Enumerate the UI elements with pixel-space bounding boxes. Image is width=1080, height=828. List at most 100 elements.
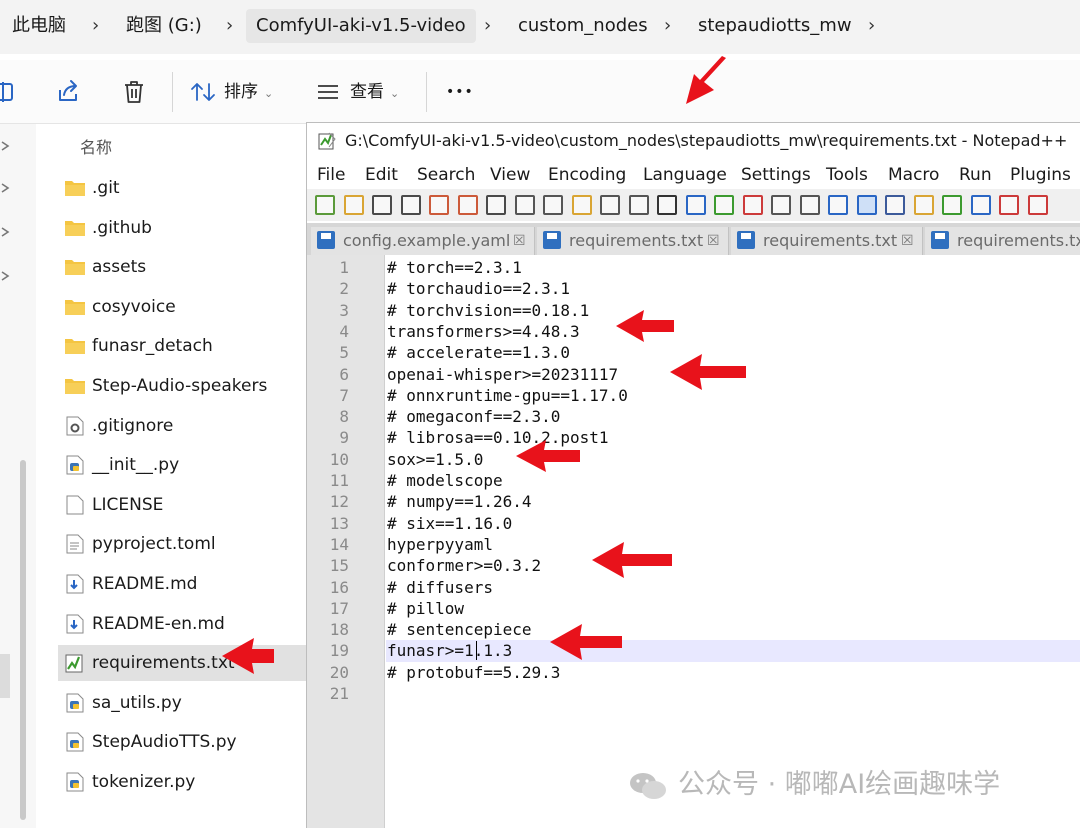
rename-icon[interactable] [0, 78, 22, 106]
code-line[interactable]: # onnxruntime-gpu==1.17.0 [387, 385, 628, 406]
menu-view[interactable]: View [490, 161, 530, 189]
file-row[interactable]: sa_utils.py [58, 685, 308, 721]
folder-workspace-icon[interactable] [999, 195, 1019, 215]
copy-icon[interactable] [543, 195, 563, 215]
tab-file[interactable]: requirements.txt ☒ [731, 227, 923, 255]
code-line[interactable]: # sentencepiece [387, 619, 532, 640]
print-icon[interactable] [486, 195, 506, 215]
file-name: cosyvoice [92, 296, 176, 317]
breadcrumb-custom-nodes[interactable]: custom_nodes [518, 9, 648, 43]
tab-close-icon[interactable]: ☒ [901, 227, 914, 255]
share-icon[interactable] [54, 78, 82, 106]
chevron-right-icon[interactable] [0, 226, 12, 238]
tab-file[interactable]: requirements.txt ☒ [537, 227, 729, 255]
code-line[interactable]: # diffusers [387, 577, 493, 598]
file-row[interactable]: .git [58, 170, 308, 206]
code-line[interactable]: conformer>=0.3.2 [387, 555, 541, 576]
sort-button[interactable]: 排序 ⌄ [190, 76, 273, 108]
tab-close-icon[interactable]: ☒ [513, 227, 526, 255]
file-row[interactable]: pyproject.toml [58, 526, 308, 562]
python-file-icon [64, 732, 86, 752]
undo-icon[interactable] [600, 195, 620, 215]
code-line[interactable]: transformers>=4.48.3 [387, 321, 580, 342]
code-line[interactable]: # torchvision==0.18.1 [387, 300, 589, 321]
menu-language[interactable]: Language [643, 161, 727, 189]
code-line[interactable]: hyperpyyaml [387, 534, 493, 555]
zoom-in-icon[interactable] [714, 195, 734, 215]
file-row[interactable]: .github [58, 210, 308, 246]
sync-vertical-icon[interactable] [771, 195, 791, 215]
code-line[interactable]: funasr>=1.1.3 [387, 640, 512, 661]
more-options-button[interactable]: ••• [446, 76, 474, 108]
delete-icon[interactable] [120, 78, 148, 106]
nav-scrollbar[interactable] [20, 460, 26, 820]
window-title: G:\ComfyUI-aki-v1.5-video\custom_nodes\s… [345, 131, 1068, 150]
close-icon[interactable] [429, 195, 449, 215]
tab-file[interactable]: requirements.txt [925, 227, 1080, 255]
doc-map-icon[interactable] [942, 195, 962, 215]
chevron-right-icon[interactable] [0, 270, 12, 282]
code-line[interactable]: openai-whisper>=20231117 [387, 364, 618, 385]
code-line[interactable]: # torchaudio==2.3.1 [387, 278, 570, 299]
file-row[interactable]: StepAudioTTS.py [58, 724, 308, 760]
menu-file[interactable]: File [317, 161, 345, 189]
view-button[interactable]: 查看 ⌄ [316, 76, 399, 108]
zoom-out-icon[interactable] [742, 195, 763, 215]
file-row[interactable]: __init__.py [58, 447, 308, 483]
window-title-bar[interactable]: G:\ComfyUI-aki-v1.5-video\custom_nodes\s… [307, 123, 1080, 159]
show-all-chars-icon[interactable] [856, 195, 877, 215]
menu-encoding[interactable]: Encoding [548, 161, 626, 189]
breadcrumb-stepaudiotts[interactable]: stepaudiotts_mw [698, 9, 852, 43]
menu-settings[interactable]: Settings [741, 161, 811, 189]
file-row[interactable]: funasr_detach [58, 328, 308, 364]
file-row[interactable]: Step-Audio-speakers [58, 368, 308, 404]
sync-horizontal-icon[interactable] [799, 195, 820, 215]
udl-icon[interactable] [913, 195, 934, 215]
chevron-right-icon[interactable] [0, 140, 12, 152]
find-icon[interactable] [657, 195, 677, 215]
code-line[interactable]: # six==1.16.0 [387, 513, 512, 534]
menu-tools[interactable]: Tools [826, 161, 868, 189]
close-all-icon[interactable] [457, 195, 478, 215]
file-row[interactable]: tokenizer.py [58, 764, 308, 800]
tab-close-icon[interactable]: ☒ [707, 227, 720, 255]
code-line[interactable]: # accelerate==1.3.0 [387, 342, 570, 363]
file-row[interactable]: assets [58, 249, 308, 285]
indent-guide-icon[interactable] [885, 195, 905, 215]
paste-icon[interactable] [571, 195, 592, 215]
breadcrumb-this-pc[interactable]: 此电脑 [12, 9, 66, 43]
code-line[interactable]: # modelscope [387, 470, 503, 491]
code-line[interactable]: # omegaconf==2.3.0 [387, 406, 560, 427]
menu-run[interactable]: Run [959, 161, 992, 189]
code-line[interactable]: # pillow [387, 598, 464, 619]
breadcrumb-comfyui[interactable]: ComfyUI-aki-v1.5-video [246, 9, 476, 43]
menu-edit[interactable]: Edit [365, 161, 398, 189]
save-all-icon[interactable] [400, 195, 421, 215]
code-line[interactable]: # protobuf==5.29.3 [387, 662, 560, 683]
code-line[interactable]: # numpy==1.26.4 [387, 491, 532, 512]
column-header-name[interactable]: 名称 [80, 134, 112, 158]
function-list-icon[interactable] [970, 195, 991, 215]
replace-icon[interactable] [685, 195, 706, 215]
breadcrumb-drive-g[interactable]: 跑图 (G:) [126, 9, 202, 43]
cut-icon[interactable] [514, 195, 535, 215]
file-row[interactable]: .gitignore [58, 408, 308, 444]
redo-icon[interactable] [628, 195, 649, 215]
menu-macro[interactable]: Macro [888, 161, 939, 189]
menu-plugins[interactable]: Plugins [1010, 161, 1071, 189]
editor-area[interactable]: 1 2 3 4 5 6 7 8 9 10 11 12 13 14 15 16 17 18 19 20 21 # torc… [307, 255, 1080, 828]
menu-search[interactable]: Search [417, 161, 475, 189]
code-line[interactable]: sox>=1.5.0 [387, 449, 483, 470]
tab-file[interactable]: config.example.yaml ☒ [311, 227, 535, 255]
save-icon[interactable] [372, 195, 392, 215]
word-wrap-icon[interactable] [828, 195, 848, 215]
new-file-icon[interactable] [315, 195, 335, 215]
address-bar[interactable]: 此电脑 › 跑图 (G:) › ComfyUI-aki-v1.5-video ›… [0, 0, 1080, 54]
code-line[interactable]: # torch==2.3.1 [387, 257, 522, 278]
open-file-icon[interactable] [343, 195, 364, 215]
file-row[interactable]: LICENSE [58, 487, 308, 523]
file-row[interactable]: cosyvoice [58, 289, 308, 325]
file-row[interactable]: README.md [58, 566, 308, 602]
monitoring-icon[interactable] [1027, 195, 1048, 215]
chevron-right-icon[interactable] [0, 182, 12, 194]
